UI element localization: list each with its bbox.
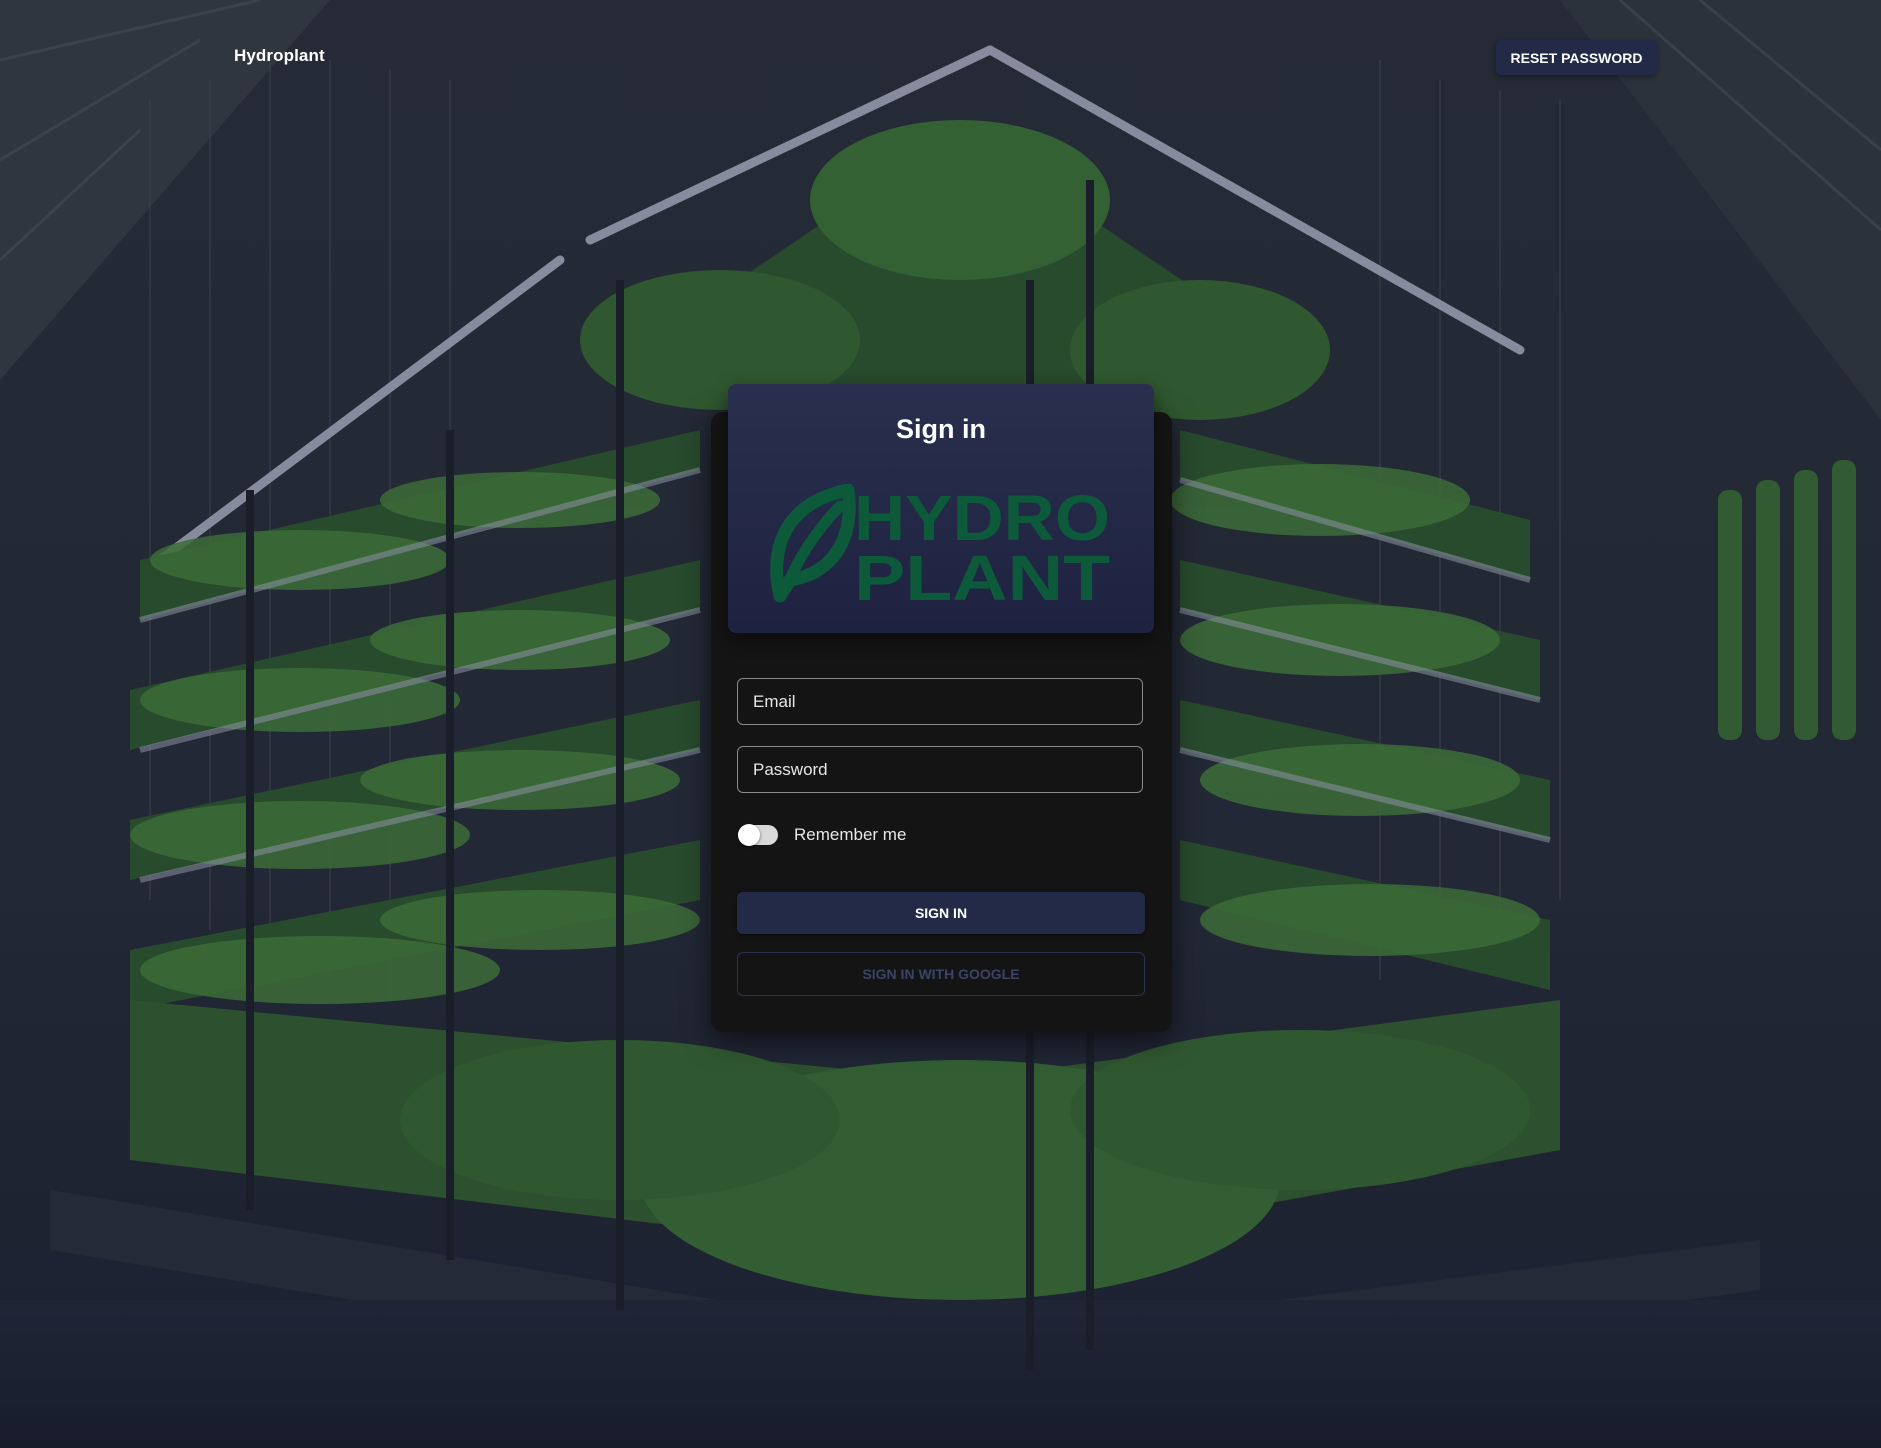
remember-me-label[interactable]: Remember me: [794, 825, 906, 845]
signin-title: Sign in: [896, 414, 986, 444]
password-placeholder: Password: [753, 759, 828, 779]
reset-password-button[interactable]: RESET PASSWORD: [1496, 40, 1657, 75]
sign-in-with-google-button[interactable]: SIGN IN WITH GOOGLE: [737, 952, 1145, 996]
brand-name[interactable]: Hydroplant: [234, 46, 325, 66]
hydroplant-logo: HYDRO PLANT: [770, 484, 1110, 604]
sign-in-button[interactable]: SIGN IN: [737, 892, 1145, 934]
password-field[interactable]: Password: [737, 746, 1143, 793]
toggle-knob: [738, 824, 760, 846]
remember-me-toggle[interactable]: [738, 824, 778, 846]
leaf-icon: [770, 484, 856, 603]
logo-line2: PLANT: [854, 542, 1110, 604]
email-field[interactable]: Email: [737, 678, 1143, 725]
top-navbar: Hydroplant RESET PASSWORD: [0, 0, 1881, 115]
remember-me-row: Remember me: [738, 822, 906, 848]
email-placeholder: Email: [753, 691, 796, 711]
signin-card-header: Sign in HYDRO PLANT: [728, 384, 1154, 633]
